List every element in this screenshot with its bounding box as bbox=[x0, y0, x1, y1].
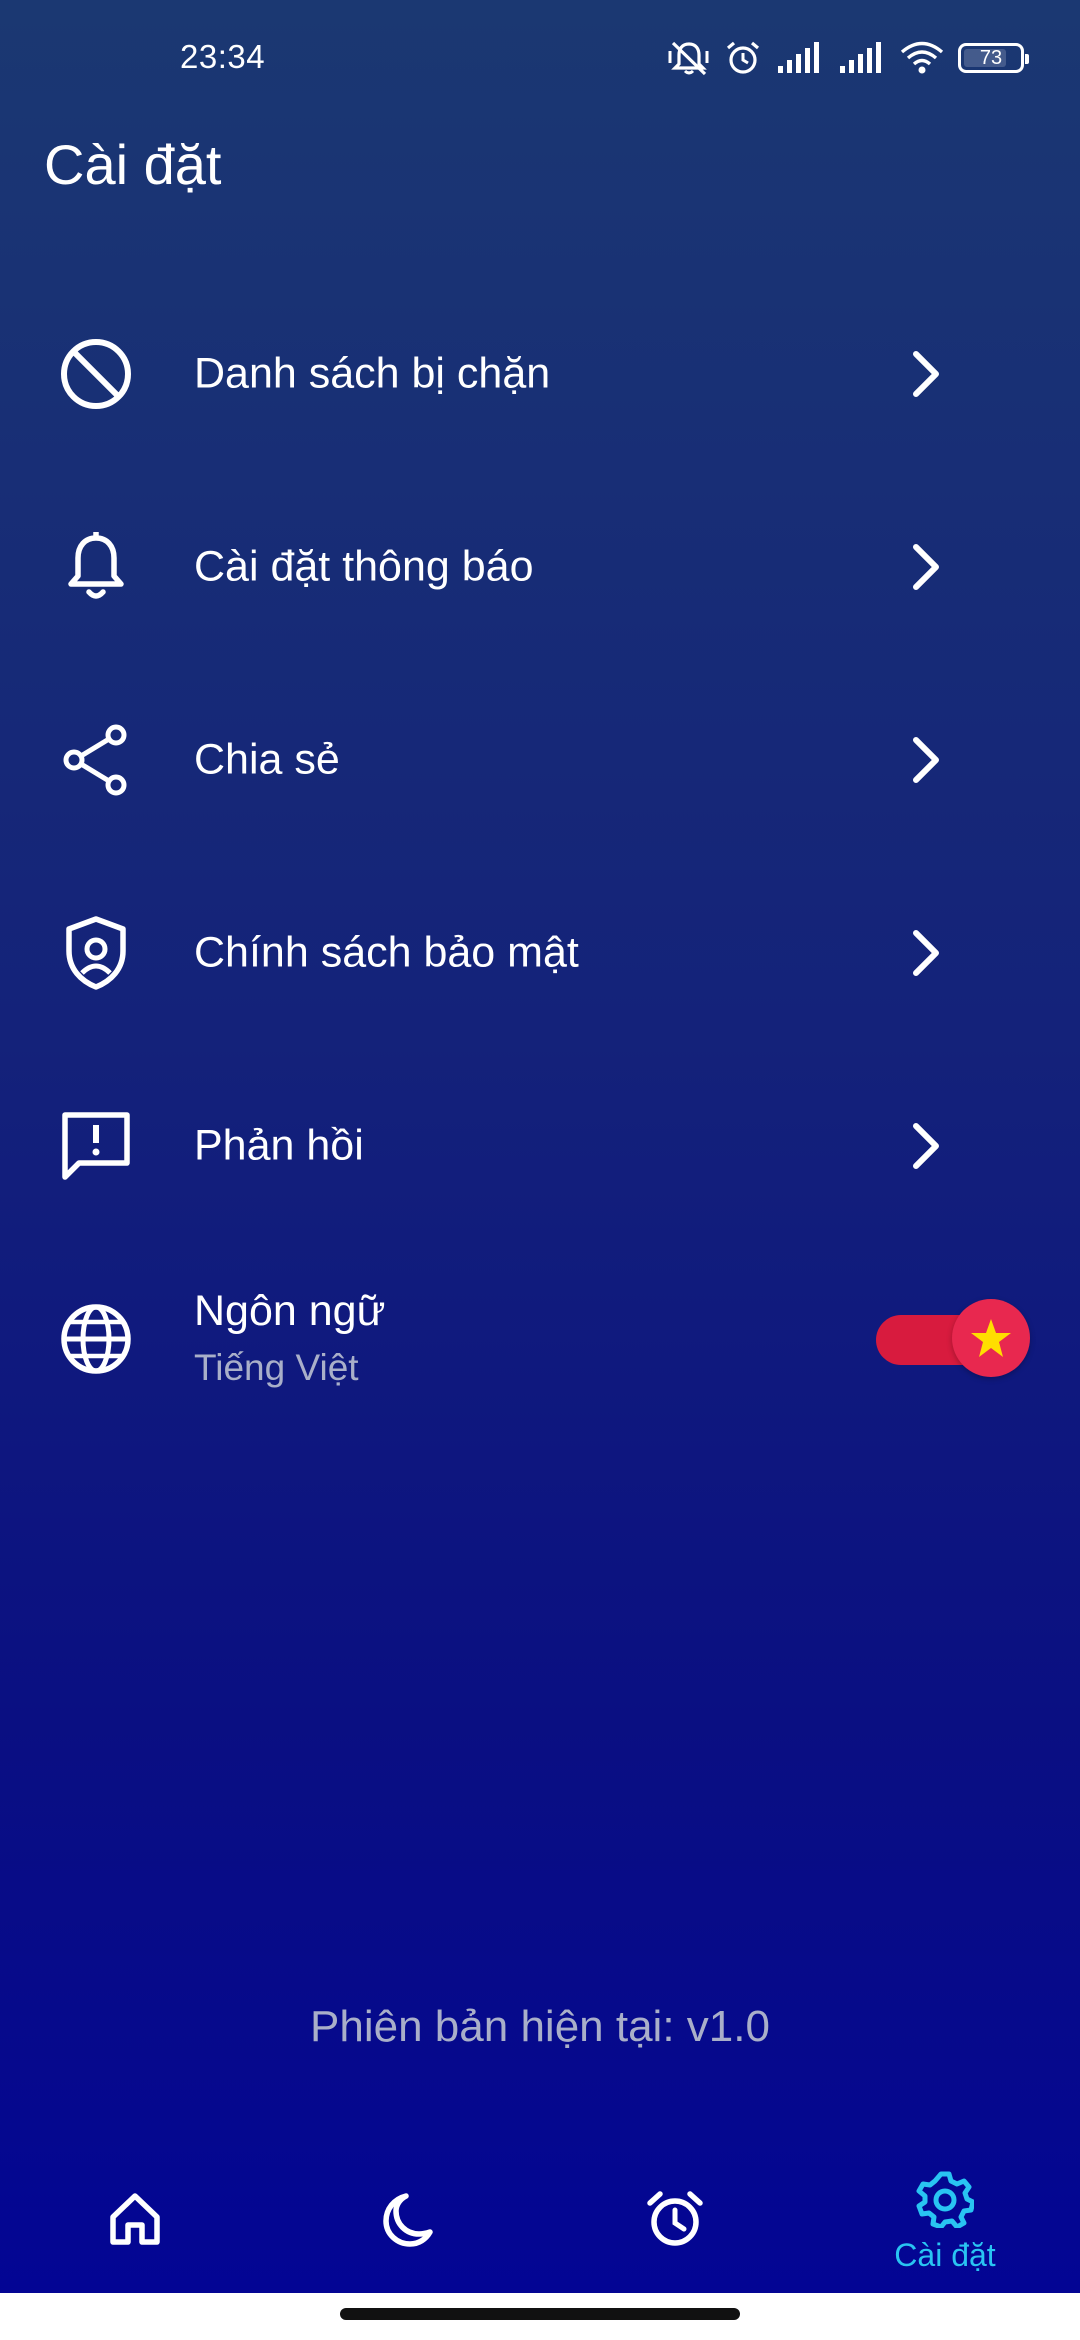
globe-icon bbox=[58, 1301, 134, 1377]
settings-item-label: Cài đặt thông báo bbox=[194, 542, 534, 590]
settings-item-label: Phản hồi bbox=[194, 1121, 364, 1169]
moon-icon bbox=[376, 2190, 434, 2253]
language-label-group: Ngôn ngữ Tiếng Việt bbox=[194, 1283, 385, 1395]
nav-alarm[interactable] bbox=[540, 2150, 810, 2293]
chevron-right-icon bbox=[906, 541, 946, 593]
language-toggle[interactable] bbox=[876, 1298, 1030, 1379]
language-label: Ngôn ngữ bbox=[194, 1286, 386, 1335]
gear-icon bbox=[916, 2170, 976, 2233]
bell-icon bbox=[58, 529, 134, 605]
block-icon bbox=[58, 336, 134, 412]
battery-level: 73 bbox=[979, 46, 1003, 69]
status-icons: 73 bbox=[668, 36, 1029, 80]
settings-item-share[interactable]: Chia sẻ bbox=[0, 663, 1080, 856]
chevron-right-icon bbox=[906, 927, 946, 979]
settings-item-label: Danh sách bị chặn bbox=[194, 349, 551, 397]
app-version: Phiên bản hiện tại: v1.0 bbox=[310, 2002, 770, 2051]
feedback-icon bbox=[58, 1108, 134, 1184]
vietnam-flag-icon bbox=[952, 1298, 1030, 1377]
settings-item-label: Chia sẻ bbox=[194, 735, 340, 783]
status-bar: 23:34 73 bbox=[0, 0, 1080, 120]
signal-icon-1 bbox=[776, 42, 824, 74]
share-icon bbox=[58, 722, 134, 798]
signal-icon-2 bbox=[838, 42, 886, 74]
gesture-bar-area bbox=[0, 2293, 1080, 2340]
chevron-right-icon bbox=[906, 348, 946, 400]
settings-item-feedback[interactable]: Phản hồi bbox=[0, 1049, 1080, 1242]
nav-settings[interactable]: Cài đặt bbox=[810, 2150, 1080, 2293]
nav-sleep[interactable] bbox=[270, 2150, 540, 2293]
chevron-right-icon bbox=[906, 1120, 946, 1172]
alarm-clock-icon bbox=[645, 2189, 705, 2254]
settings-screen: 23:34 73 Cài đặt Danh sách bị chặn Cài đ… bbox=[0, 0, 1080, 2293]
settings-item-notifications[interactable]: Cài đặt thông báo bbox=[0, 470, 1080, 663]
nav-settings-label: Cài đặt bbox=[894, 2236, 996, 2273]
settings-item-privacy-policy[interactable]: Chính sách bảo mật bbox=[0, 856, 1080, 1049]
language-value: Tiếng Việt bbox=[194, 1346, 359, 1388]
privacy-shield-icon bbox=[58, 915, 134, 991]
settings-list: Danh sách bị chặn Cài đặt thông báo Chia… bbox=[0, 277, 1080, 1435]
settings-item-language[interactable]: Ngôn ngữ Tiếng Việt bbox=[0, 1242, 1080, 1435]
chevron-right-icon bbox=[906, 734, 946, 786]
settings-item-label: Chính sách bảo mật bbox=[194, 928, 579, 976]
battery-indicator: 73 bbox=[958, 43, 1029, 73]
page-title: Cài đặt bbox=[44, 133, 222, 196]
wifi-icon bbox=[900, 41, 944, 75]
bottom-navigation: Cài đặt bbox=[0, 2150, 1080, 2293]
home-indicator[interactable] bbox=[340, 2308, 740, 2320]
alarm-status-icon bbox=[724, 39, 762, 77]
settings-item-blocked-list[interactable]: Danh sách bị chặn bbox=[0, 277, 1080, 470]
home-icon bbox=[108, 2191, 162, 2252]
status-time: 23:34 bbox=[180, 38, 266, 75]
nav-home[interactable] bbox=[0, 2150, 270, 2293]
mute-vibrate-icon bbox=[668, 39, 710, 77]
